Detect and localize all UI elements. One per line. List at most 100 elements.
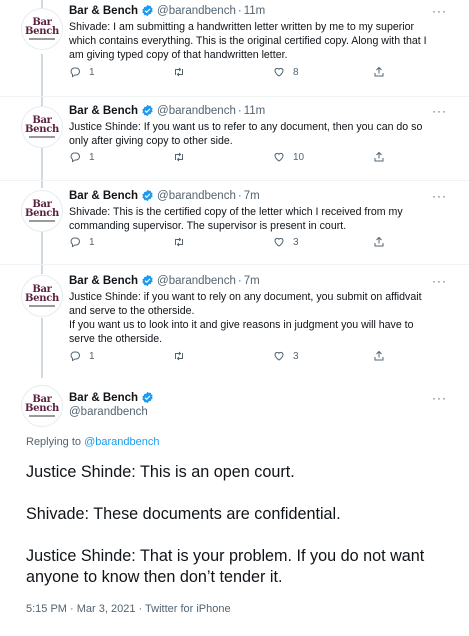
more-options-icon[interactable]: ··· (432, 391, 447, 405)
tweet-time[interactable]: 7m (244, 275, 260, 287)
share-button[interactable] (373, 236, 385, 248)
tweet-header: Bar & Bench @barandbench · 7m (69, 274, 260, 287)
avatar-logo-rule (29, 415, 55, 417)
reply-button[interactable]: 1 (69, 151, 95, 163)
heart-icon (274, 67, 284, 77)
main-tweet-paragraph: Justice Shinde: That is your problem. If… (26, 547, 425, 586)
like-count: 10 (293, 151, 305, 163)
reply-button[interactable]: 1 (69, 350, 95, 362)
tweet-time[interactable]: 11m (244, 105, 266, 117)
verified-badge-icon (142, 104, 153, 117)
avatar[interactable]: Bar Bench (21, 385, 63, 427)
tweet-text: Shivade: I am submitting a handwritten l… (69, 21, 427, 61)
reply-count: 1 (89, 151, 95, 163)
retweet-button[interactable] (173, 151, 193, 163)
thread-line (41, 148, 43, 188)
replying-to-link[interactable]: @barandbench (84, 436, 159, 448)
tweet-text-line: If you want us to look into it and give … (69, 319, 414, 345)
retweet-icon (175, 67, 183, 77)
share-icon (374, 66, 384, 77)
author-handle[interactable]: @barandbench (69, 406, 148, 418)
reply-button[interactable]: 1 (69, 236, 95, 248)
tweet-text-line: Justice Shinde: if you want to rely on a… (69, 291, 422, 317)
author-handle[interactable]: @barandbench (157, 190, 236, 202)
replying-to: Replying to @barandbench (26, 436, 160, 448)
like-button[interactable]: 8 (273, 66, 299, 78)
avatar-logo-rule (29, 38, 55, 40)
divider (0, 180, 469, 181)
tweet-time[interactable]: 11m (244, 5, 266, 17)
thread-line (41, 54, 43, 106)
avatar[interactable]: Bar Bench (21, 190, 63, 232)
retweet-icon (175, 237, 183, 247)
reply-count: 1 (89, 66, 95, 78)
reply-count: 1 (89, 236, 95, 248)
heart-icon (274, 152, 284, 162)
divider (0, 264, 469, 265)
thread-line (41, 318, 43, 378)
avatar-logo-rule (29, 305, 55, 307)
reply-icon (70, 152, 80, 163)
retweet-icon (175, 351, 183, 361)
more-options-icon[interactable]: ··· (432, 189, 447, 203)
main-tweet-paragraph: Shivade: These documents are confidentia… (26, 505, 341, 523)
author-name[interactable]: Bar & Bench (69, 105, 138, 117)
retweet-button[interactable] (173, 350, 193, 362)
avatar[interactable]: Bar Bench (21, 8, 63, 50)
avatar[interactable]: Bar Bench (21, 106, 63, 148)
tweet-text: Justice Shinde: if you want to rely on a… (69, 290, 441, 346)
more-options-icon[interactable]: ··· (432, 274, 447, 288)
author-name[interactable]: Bar & Bench (69, 275, 138, 287)
reply-icon (70, 351, 80, 362)
tweet-header: Bar & Bench @barandbench · 7m (69, 189, 260, 202)
thread-line (41, 232, 43, 274)
like-count: 8 (293, 66, 299, 78)
heart-icon (274, 351, 284, 361)
main-tweet-paragraph: Justice Shinde: This is an open court. (26, 463, 295, 481)
divider (0, 96, 469, 97)
author-handle[interactable]: @barandbench (157, 5, 236, 17)
like-button[interactable]: 3 (273, 350, 299, 362)
author-name[interactable]: Bar & Bench (69, 392, 138, 404)
tweet-text: Shivade: This is the certified copy of t… (69, 206, 403, 232)
author-name[interactable]: Bar & Bench (69, 190, 138, 202)
share-icon (374, 236, 384, 247)
tweet-time[interactable]: 7m (244, 190, 260, 202)
tweet-header: Bar & Bench @barandbench · 11m (69, 104, 266, 117)
verified-badge-icon (142, 391, 153, 404)
thread-line (41, 0, 43, 8)
heart-icon (274, 237, 284, 247)
reply-icon (70, 237, 80, 248)
retweet-icon (175, 152, 183, 162)
author-handle[interactable]: @barandbench (157, 275, 236, 287)
tweet-meta[interactable]: 5:15 PM · Mar 3, 2021 · Twitter for iPho… (26, 603, 231, 615)
retweet-button[interactable] (173, 66, 193, 78)
avatar-logo-rule (29, 220, 55, 222)
share-button[interactable] (373, 350, 385, 362)
more-options-icon[interactable]: ··· (432, 4, 447, 18)
avatar-logo-rule (29, 136, 55, 138)
like-button[interactable]: 3 (273, 236, 299, 248)
verified-badge-icon (142, 274, 153, 287)
verified-badge-icon (142, 189, 153, 202)
author-handle[interactable]: @barandbench (157, 105, 236, 117)
retweet-button[interactable] (173, 236, 193, 248)
more-options-icon[interactable]: ··· (432, 104, 447, 118)
author-name[interactable]: Bar & Bench (69, 5, 138, 17)
main-tweet-text: Justice Shinde: This is an open court. S… (26, 462, 456, 609)
avatar[interactable]: Bar Bench (21, 275, 63, 317)
like-button[interactable]: 10 (273, 151, 304, 163)
author-name-row: Bar & Bench (69, 391, 157, 404)
reply-count: 1 (89, 350, 95, 362)
reply-icon (70, 67, 80, 78)
reply-button[interactable]: 1 (69, 66, 95, 78)
like-count: 3 (293, 350, 299, 362)
share-button[interactable] (373, 151, 385, 163)
share-icon (374, 350, 384, 361)
share-button[interactable] (373, 66, 385, 78)
tweet-header: Bar & Bench @barandbench · 11m (69, 4, 266, 17)
verified-badge-icon (142, 4, 153, 17)
share-icon (374, 151, 384, 162)
tweet-text: Justice Shinde: If you want us to refer … (69, 121, 423, 147)
like-count: 3 (293, 236, 299, 248)
